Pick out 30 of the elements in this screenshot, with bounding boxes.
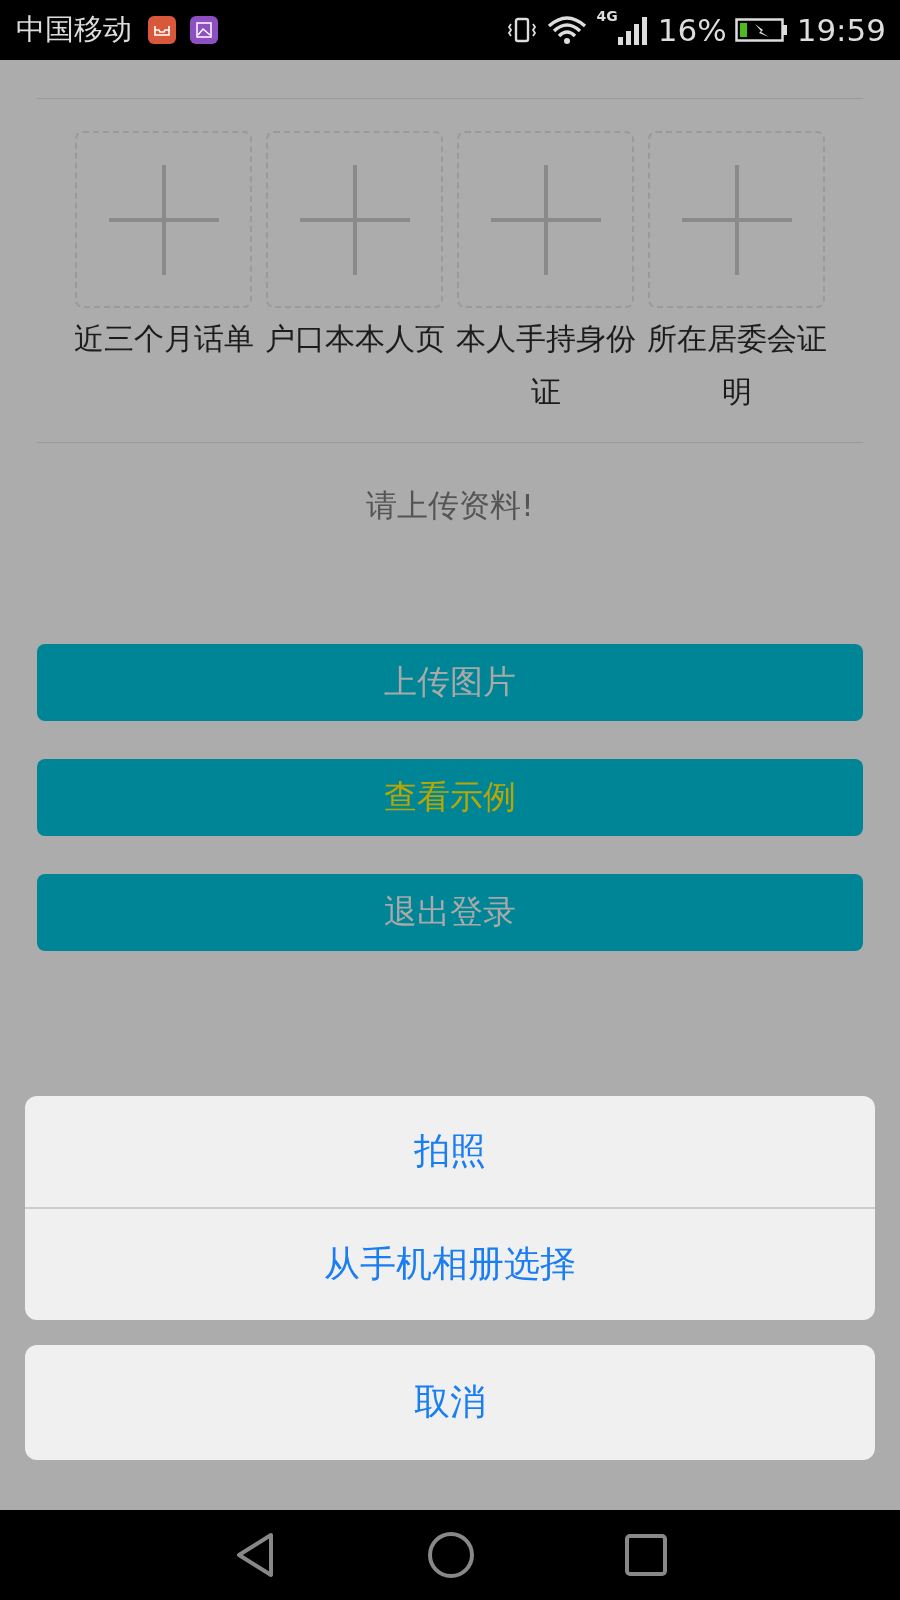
plus-icon [490,164,601,275]
image-icon [190,16,218,44]
upload-tile[interactable] [457,131,634,308]
upload-tile[interactable] [266,131,443,308]
sheet-option[interactable]: 从手机相册选择 [25,1209,875,1320]
home-icon[interactable] [427,1531,475,1579]
action-button[interactable]: 查看示例 [37,759,863,836]
upload-tile[interactable] [648,131,825,308]
clock: 19:59 [796,12,886,48]
signal-icon [615,15,650,45]
action-button[interactable]: 上传图片 [37,644,863,721]
tile-label: 本人手持身份证 [454,320,637,411]
network-type: 4G [596,8,618,24]
inbox-icon [148,16,176,44]
tile-label: 近三个月话单 [72,320,255,358]
cancel-button[interactable]: 取消 [25,1345,875,1460]
hint-text: 请上传资料! [365,486,535,525]
battery-percent: 16% [657,12,727,48]
plus-icon [299,164,410,275]
battery-icon [734,16,789,44]
upload-tile[interactable] [75,131,252,308]
action-button[interactable]: 退出登录 [37,874,863,951]
tile-label: 户口本本人页 [263,320,446,358]
carrier-name: 中国移动 [16,11,132,48]
vibrate-icon [506,15,537,45]
sheet-option[interactable]: 拍照 [25,1096,875,1207]
plus-icon [681,164,792,275]
tile-label: 所在居委会证明 [645,320,828,411]
plus-icon [108,164,219,275]
recents-icon[interactable] [625,1534,667,1576]
